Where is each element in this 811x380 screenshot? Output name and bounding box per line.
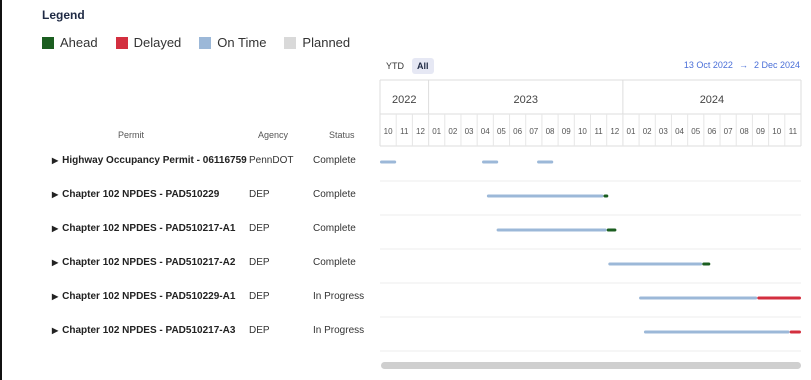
gantt-bar-ahead — [702, 262, 711, 266]
month-tick-label: 10 — [384, 127, 393, 136]
horizontal-scrollbar[interactable] — [381, 362, 801, 369]
gantt-chart: 2022 2023 2024 10 11 12 01 02 03 04 05 06 07 08 09 10 11… — [379, 79, 802, 352]
year-label: 2024 — [700, 94, 724, 106]
month-tick-label: 06 — [513, 127, 522, 136]
month-tick-label: 05 — [691, 127, 700, 136]
gantt-bar-on-time — [537, 160, 554, 164]
month-tick-label: 08 — [546, 127, 555, 136]
month-tick-label: 06 — [707, 127, 716, 136]
gantt-bar-delayed — [789, 330, 801, 334]
month-tick-label: 12 — [610, 127, 619, 136]
month-tick-label: 10 — [578, 127, 587, 136]
gantt-bar-on-time — [496, 228, 607, 232]
month-tick-label: 09 — [756, 127, 765, 136]
month-tick-label: 07 — [724, 127, 733, 136]
month-tick-label: 08 — [740, 127, 749, 136]
month-tick-label: 02 — [448, 127, 457, 136]
month-tick-label: 05 — [497, 127, 506, 136]
gantt-bar-on-time — [380, 160, 397, 164]
month-tick-label: 09 — [562, 127, 571, 136]
month-tick-label: 11 — [400, 127, 409, 136]
month-tick-label: 03 — [659, 127, 668, 136]
gantt-bar-ahead — [606, 228, 617, 232]
gantt-bar-on-time — [643, 330, 790, 334]
gantt-bar-on-time — [639, 296, 758, 300]
month-tick-label: 03 — [465, 127, 474, 136]
month-tick-label: 04 — [675, 127, 684, 136]
month-tick-label: 07 — [529, 127, 538, 136]
year-label: 2022 — [392, 94, 416, 106]
month-tick-label: 04 — [481, 127, 490, 136]
month-tick-label: 01 — [627, 127, 636, 136]
gantt-bar-delayed — [757, 296, 801, 300]
month-tick-label: 12 — [416, 127, 425, 136]
year-label: 2023 — [513, 94, 537, 106]
gantt-bar-on-time — [608, 262, 703, 266]
gantt-bar-ahead — [603, 194, 609, 198]
gantt-bar-on-time — [482, 160, 499, 164]
month-tick-label: 01 — [432, 127, 441, 136]
gantt-bar-on-time — [486, 194, 604, 198]
month-tick-label: 11 — [789, 127, 798, 136]
month-tick-label: 11 — [594, 127, 603, 136]
month-tick-label: 02 — [643, 127, 652, 136]
month-tick-label: 10 — [772, 127, 781, 136]
